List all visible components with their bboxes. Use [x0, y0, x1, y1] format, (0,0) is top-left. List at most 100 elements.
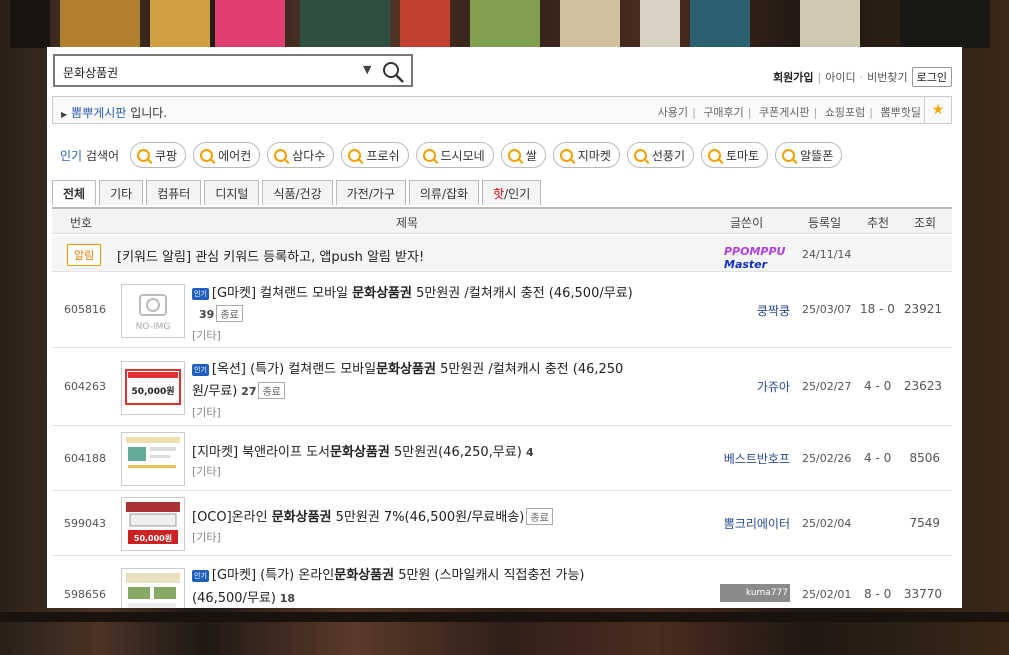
svg-text:NO-IMG: NO-IMG	[136, 322, 171, 332]
related-board-links: 사용기 | 구매후기 | 쿠폰게시판 | 쇼핑포럼 | 뽐뿌핫딜	[657, 106, 921, 119]
tab-computer[interactable]: 컴퓨터	[146, 180, 202, 205]
post-rec: 4 - 0	[864, 451, 892, 465]
post-title[interactable]: 인기 [옥션] (특가) 컬쳐랜드 모바일문화상품권 5만원권 /컬쳐캐시 충전 …	[192, 358, 623, 377]
alarm-badge: 알림	[67, 244, 102, 266]
search-icon	[348, 148, 362, 162]
thumbnail-webpage[interactable]	[121, 432, 185, 486]
tab-appliance[interactable]: 가전/가구	[335, 180, 406, 205]
svg-text:50,000원: 50,000원	[131, 385, 174, 397]
table-row[interactable]: 598656 인기 [G마켓] (특가) 온라인문화상품권 5만원 (스마일캐시 …	[52, 556, 952, 608]
header-rec: 추천	[867, 216, 890, 230]
search-icon	[507, 148, 521, 162]
thumbnail-giftcard[interactable]: 50,000원	[121, 361, 185, 415]
post-category: [기타]	[192, 465, 221, 478]
hot-badge: 인기	[192, 363, 209, 376]
tab-clothing[interactable]: 의류/잡화	[408, 180, 480, 205]
link-review[interactable]: 사용기	[658, 106, 688, 119]
account-links: 회원가입 | 아이디 · 비번찾기 로그인	[773, 67, 952, 87]
find-id-link[interactable]: 아이디	[825, 69, 855, 85]
notice-title[interactable]: [키워드 알림] 관심 키워드 등록하고, 앱push 알림 받자!	[117, 246, 424, 265]
post-date: 25/02/04	[802, 517, 852, 530]
keyword-pill[interactable]: 토마토	[700, 142, 769, 168]
keyword-pill[interactable]: 삼다수	[267, 142, 335, 168]
notice-date: 24/11/14	[802, 248, 852, 261]
search-input[interactable]: 문화상품권	[63, 64, 118, 81]
post-rec: 4 - 0	[864, 379, 892, 393]
post-rec: 18 - 0	[860, 302, 895, 316]
post-date: 25/02/26	[802, 452, 852, 465]
keyword-pill[interactable]: 알뜰폰	[775, 142, 843, 168]
comment-count: 39	[199, 308, 215, 321]
thumbnail-giftcard[interactable]: 50,000원	[121, 497, 185, 551]
keyword-pill[interactable]: 프로쉬	[341, 142, 409, 168]
table-row[interactable]: 604263 50,000원 인기 [옥션] (특가) 컬쳐랜드 모바일문화상품권…	[52, 348, 952, 426]
row-number: 605816	[64, 303, 106, 316]
keyword-pill[interactable]: 드시모네	[415, 142, 494, 168]
search-icon	[422, 148, 436, 162]
tab-hot[interactable]: 핫/인기	[482, 180, 542, 205]
tab-etc[interactable]: 기타	[99, 180, 144, 205]
table-row[interactable]: 599043 50,000원 [OCO]온라인 문화상품권 5만원권 7%(46…	[52, 491, 952, 556]
search-icon	[274, 148, 288, 162]
popular-keywords: 인기 검색어 쿠팡 에어컨 삼다수 프로쉬 드시모네 쌀 지마켓 선풍기 토마토…	[60, 142, 843, 168]
tab-digital[interactable]: 디지털	[204, 180, 260, 205]
post-views: 8506	[909, 451, 940, 465]
post-title[interactable]: 인기 [G마켓] 컬쳐랜드 모바일 문화상품권 5만원권 /컬쳐캐시 충전 (46…	[192, 282, 633, 301]
thumbnail-noimg[interactable]: NO-IMG	[121, 284, 185, 338]
ended-badge: 종료	[526, 508, 553, 525]
table-row[interactable]: 605816 NO-IMG 인기 [G마켓] 컬쳐랜드 모바일 문화상품권 5만원…	[52, 272, 952, 348]
find-pw-link[interactable]: 비번찾기	[867, 69, 907, 85]
author-image-badge[interactable]: kuma777	[720, 584, 790, 602]
post-title[interactable]: [OCO]온라인 문화상품권 5만원권 7%(46,500원/무료배송) 종료	[192, 506, 553, 525]
search-icon	[707, 148, 721, 162]
svg-text:50,000원: 50,000원	[134, 533, 172, 543]
post-author[interactable]: 가쥬아	[757, 378, 790, 395]
thumbnail-giftcard[interactable]	[121, 568, 185, 608]
board-link[interactable]: 뽐뿌게시판	[71, 106, 126, 120]
keyword-pill[interactable]: 선풍기	[626, 142, 694, 168]
post-views: 33770	[903, 587, 942, 601]
header-views: 조회	[914, 216, 937, 230]
row-number: 599043	[64, 517, 106, 530]
master-logo: PPOMPPU Master	[724, 245, 786, 271]
crumb-suffix: 입니다.	[130, 106, 168, 120]
dropdown-caret-icon[interactable]: ▼	[363, 63, 371, 76]
hot-badge: 인기	[192, 569, 209, 582]
signup-link[interactable]: 회원가입	[773, 69, 813, 85]
breadcrumb: ▶ 뽐뿌게시판 입니다. 사용기 | 구매후기 | 쿠폰게시판 | 쇼핑포럼 | 뽐뿌핫딜…	[52, 96, 952, 124]
notice-row[interactable]: 알림 [키워드 알림] 관심 키워드 등록하고, 앱push 알림 받자! PP…	[52, 235, 952, 272]
login-button[interactable]: 로그인	[911, 67, 952, 87]
tab-all[interactable]: 전체	[52, 180, 97, 205]
tab-food[interactable]: 식품/건강	[262, 180, 333, 205]
header-author: 글쓴이	[730, 216, 764, 230]
search-box[interactable]: 문화상품권 ▼	[53, 54, 413, 87]
post-category: [기타]	[192, 329, 221, 342]
board-panel: 문화상품권 ▼ 회원가입 | 아이디 · 비번찾기 로그인 ▶ 뽐뿌게시판 입니다…	[47, 47, 962, 608]
link-shopping-forum[interactable]: 쇼핑포럼	[825, 106, 865, 119]
category-tabs: 전체 기타 컴퓨터 디지털 식품/건강 가전/가구 의류/잡화 핫/인기	[52, 180, 542, 205]
search-icon	[559, 148, 573, 162]
keyword-pill[interactable]: 지마켓	[552, 142, 620, 168]
link-purchase-review[interactable]: 구매후기	[703, 106, 743, 119]
post-date: 25/02/27	[802, 380, 852, 393]
post-title[interactable]: 인기 [G마켓] (특가) 온라인문화상품권 5만원 (스마일캐시 직접충전 가능…	[192, 564, 585, 583]
table-row[interactable]: 604188 [지마켓] 북앤라이프 도서문화상품권 5만원권(46,250,무…	[52, 426, 952, 491]
search-icon	[633, 148, 647, 162]
link-hotdeal[interactable]: 뽐뿌핫딜	[881, 106, 921, 119]
comment-count: 27	[241, 385, 257, 398]
post-author[interactable]: 베스트반호프	[724, 450, 790, 467]
star-icon[interactable]: ★	[924, 97, 951, 123]
search-icon	[200, 148, 214, 162]
post-author[interactable]: 뽐크리에이터	[724, 515, 790, 532]
post-author[interactable]: 쿵짝쿵	[757, 302, 790, 319]
search-icon[interactable]	[381, 60, 405, 84]
camera-icon: NO-IMG	[136, 294, 171, 332]
ended-badge: 종료	[216, 305, 243, 322]
post-title[interactable]: [지마켓] 북앤라이프 도서문화상품권 5만원권(46,250,무료) 4	[192, 441, 534, 460]
link-coupon-board[interactable]: 쿠폰게시판	[759, 106, 810, 119]
keyword-pill[interactable]: 에어컨	[193, 142, 261, 168]
triangle-icon: ▶	[61, 110, 68, 119]
keyword-pill[interactable]: 쌀	[500, 142, 546, 168]
post-date: 25/03/07	[802, 303, 852, 316]
keyword-pill[interactable]: 쿠팡	[130, 142, 187, 168]
